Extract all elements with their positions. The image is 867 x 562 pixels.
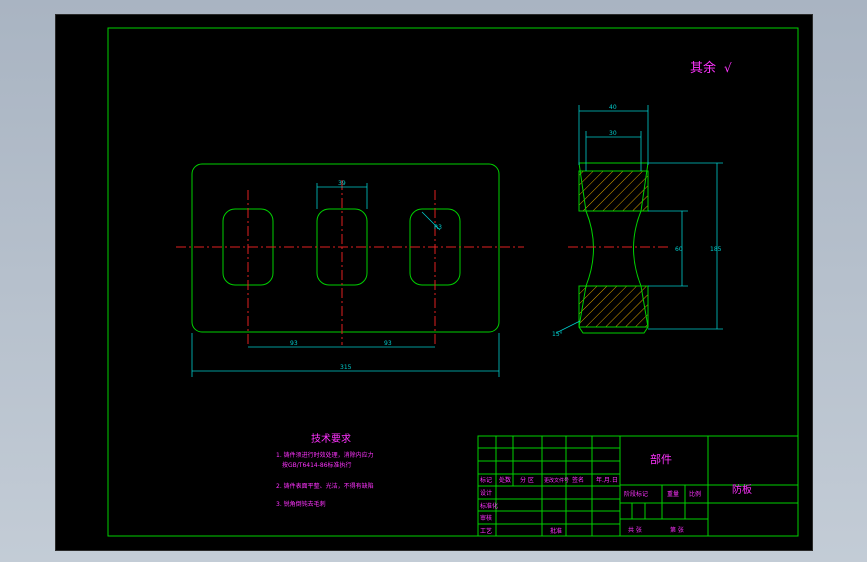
tb-design: 设计 (480, 489, 492, 497)
tb-standardization: 标准化 (480, 502, 498, 510)
tb-weight: 重量 (667, 490, 679, 498)
front-view: 39 R3 93 93 315 (176, 163, 524, 377)
dim-gap: 60 (675, 246, 683, 253)
tech-line2: 2. 铸件表面平整、光洁，不得有缺陷 (276, 482, 374, 490)
tb-process: 工艺 (480, 527, 492, 535)
drawing-frame (107, 27, 799, 537)
dim-top-inner: 30 (609, 130, 617, 137)
roughness-note: 其余 (690, 60, 716, 76)
drawing-canvas: 其余 √ 39 R3 93 93 315 40 30 60 185 15° 技术… (107, 27, 799, 537)
dim-height: 185 (710, 246, 722, 253)
dim-radius: R3 (434, 224, 442, 231)
dim-pitch-1: 93 (290, 340, 298, 347)
tech-requirements: 技术要求 1. 铸件须进行时效处理，消除内应力 按GB/T6414-86标准执行… (276, 432, 374, 508)
tb-scale: 比例 (689, 490, 701, 498)
tb-signature: 签名 (572, 476, 584, 484)
hatch-top (578, 170, 649, 212)
tb-sheets-total: 共 张 (628, 526, 642, 534)
cad-drawing-viewport[interactable]: 其余 √ 39 R3 93 93 315 40 30 60 185 15° 技术… (55, 14, 813, 551)
title-block: 标记 处数 分 区 更改文件号 签名 年.月.日 设计 标准化 审核 工艺 批准… (477, 435, 799, 537)
tb-change-doc: 更改文件号 (544, 477, 569, 484)
plate-outline (191, 163, 500, 333)
tb-marking: 标记 (480, 476, 492, 484)
tb-drawing-type: 部件 (650, 452, 672, 466)
dim-total: 315 (340, 364, 352, 371)
side-view: 40 30 60 185 15° (552, 104, 723, 338)
dim-slot-width: 39 (338, 180, 346, 187)
tb-check: 审核 (480, 514, 492, 522)
dim-pitch-2: 93 (384, 340, 392, 347)
tb-sheet-no: 第 张 (670, 526, 684, 534)
tb-count: 处数 (499, 476, 511, 484)
tech-line1: 1. 铸件须进行时效处理，消除内应力 (276, 451, 374, 459)
tech-line1b: 按GB/T6414-86标准执行 (282, 461, 352, 469)
roughness-symbol: √ (724, 61, 732, 75)
tb-stage-mark: 阶段标记 (624, 490, 648, 498)
dim-top-outer: 40 (609, 104, 617, 111)
hatch-bottom (578, 285, 649, 328)
tb-date: 年.月.日 (596, 476, 618, 484)
tb-approve: 批准 (550, 527, 562, 535)
tech-line3: 3. 锐角倒钝去毛刺 (276, 500, 326, 508)
tb-part-name: 防板 (732, 483, 752, 496)
tech-title: 技术要求 (311, 432, 351, 445)
dim-angle: 15° (552, 331, 563, 338)
tb-zone: 分 区 (520, 476, 534, 484)
